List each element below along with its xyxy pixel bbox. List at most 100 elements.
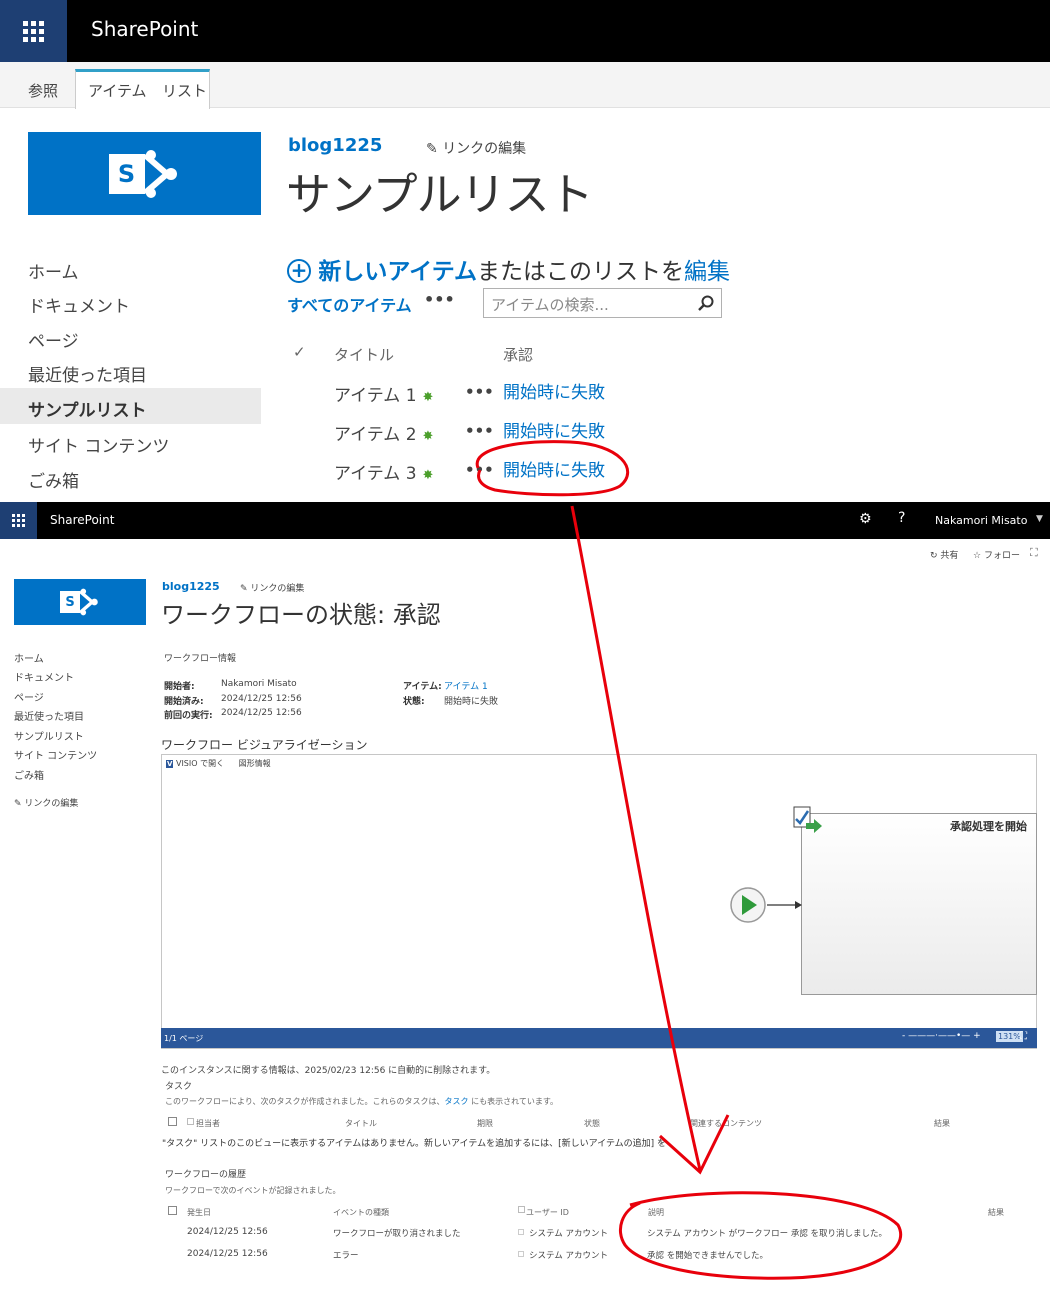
shape-info-button[interactable]: 図形情報 (239, 759, 271, 768)
zoom-slider[interactable]: - ———·——•— + (902, 1031, 981, 1041)
nav2-edit-links[interactable]: ✎ リンクの編集 (14, 796, 78, 809)
started-label: 開始済み: (164, 697, 204, 707)
user-name[interactable]: Nakamori Misato (935, 514, 1027, 527)
list-item-title[interactable]: アイテム 3 ✸ (334, 459, 433, 484)
item-menu-button[interactable]: ••• (465, 422, 494, 440)
item-menu-button[interactable]: ••• (465, 461, 494, 479)
new-item-link[interactable]: 新しいアイテム (318, 259, 477, 285)
history-row-user[interactable]: システム アカウント (529, 1249, 608, 1261)
nav2-home[interactable]: ホーム (14, 650, 44, 665)
search-icon[interactable] (698, 295, 714, 311)
nav-pages[interactable]: ページ (28, 327, 79, 352)
status-label: 状態: (403, 697, 425, 707)
nav2-pages[interactable]: ページ (14, 689, 44, 704)
brand-link[interactable]: SharePoint (91, 17, 198, 41)
page-title: サンプルリスト (286, 168, 594, 221)
nav-documents[interactable]: ドキュメント (28, 292, 130, 317)
history-col-event[interactable]: イベントの種類 (333, 1207, 389, 1218)
tab-browse[interactable]: 参照 (28, 68, 58, 108)
edit-links-label: リンクの編集 (250, 584, 305, 594)
history-col-outcome[interactable]: 結果 (988, 1207, 1004, 1218)
column-header-approval[interactable]: 承認 (503, 344, 533, 365)
tasks-note-text: このワークフローにより、次のタスクが作成されました。これらのタスクは、 (165, 1097, 445, 1106)
task-col-title[interactable]: タイトル (345, 1118, 377, 1129)
search-placeholder: アイテムの検索... (491, 296, 609, 314)
add-circle-icon[interactable]: + (287, 259, 311, 283)
new-item-icon: ✸ (422, 390, 434, 405)
site-title-link-2[interactable]: blog1225 (162, 580, 220, 593)
user-presence-icon (518, 1251, 524, 1257)
view-all-items[interactable]: すべてのアイテム (287, 292, 412, 316)
app-launcher-button[interactable] (0, 0, 67, 62)
item-menu-button[interactable]: ••• (465, 383, 494, 401)
history-row-user[interactable]: システム アカウント (529, 1227, 608, 1239)
initiator-label: 開始者: (164, 682, 195, 692)
nav-recent[interactable]: 最近使った項目 (28, 361, 147, 386)
task-col-related[interactable]: 関連するコンテンツ (690, 1118, 762, 1129)
task-col-assignee[interactable]: 担当者 (196, 1118, 220, 1129)
zoom-level[interactable]: 131% (996, 1031, 1023, 1042)
edit-links-button[interactable]: ✎ リンクの編集 (426, 138, 526, 158)
item-label: アイテム: (403, 682, 442, 692)
user-presence-icon (518, 1229, 524, 1235)
column-header-title[interactable]: タイトル (334, 344, 394, 365)
help-icon[interactable]: ? (898, 510, 905, 526)
nav2-edit-label: リンクの編集 (24, 799, 79, 809)
nav2-documents[interactable]: ドキュメント (14, 669, 74, 684)
site-title-link[interactable]: blog1225 (288, 135, 382, 156)
share-button[interactable]: ↻ 共有 (930, 548, 958, 561)
item-title-text: アイテム 3 (334, 464, 417, 484)
site-logo[interactable]: S (28, 132, 261, 215)
history-col-user[interactable]: ユーザー ID (526, 1207, 569, 1218)
approval-status-link[interactable]: 開始時に失敗 (503, 378, 605, 403)
app-launcher-button-2[interactable] (0, 502, 37, 539)
item-title-text: アイテム 1 (334, 386, 417, 406)
history-row-date: 2024/12/25 12:56 (187, 1227, 268, 1237)
tab-items[interactable]: アイテム (88, 68, 147, 108)
focus-mode-icon[interactable]: ⛶ (1030, 546, 1038, 560)
nav-site-contents[interactable]: サイト コンテンツ (28, 432, 169, 457)
visio-shape-approval[interactable] (801, 813, 1037, 995)
edit-links-button-2[interactable]: ✎ リンクの編集 (240, 581, 304, 594)
pencil-icon: ✎ (426, 141, 438, 157)
history-col-desc[interactable]: 説明 (648, 1207, 664, 1218)
nav2-sample-list[interactable]: サンプルリスト (14, 728, 84, 743)
nav2-recycle-bin[interactable]: ごみ箱 (14, 767, 44, 782)
view-more-button[interactable]: ••• (424, 290, 455, 309)
approval-status-link[interactable]: 開始時に失敗 (503, 417, 605, 442)
history-row-desc: 承認 を開始できませんでした。 (647, 1251, 769, 1261)
history-select-all-checkbox[interactable] (168, 1206, 177, 1215)
pencil-icon: ✎ (14, 799, 22, 809)
last-run-label: 前回の実行: (164, 711, 213, 721)
task-col-status[interactable]: 状態 (584, 1118, 600, 1129)
task-col-due[interactable]: 期限 (477, 1118, 493, 1129)
tab-list[interactable]: リスト (162, 68, 207, 108)
visio-open-button[interactable]: V VISIO で開く (166, 759, 224, 768)
approval-status-link[interactable]: 開始時に失敗 (503, 456, 605, 481)
edit-list-link[interactable]: 編集 (684, 259, 730, 285)
fit-page-icon[interactable]: ⛶ (1020, 1031, 1027, 1042)
nav2-site-contents[interactable]: サイト コンテンツ (14, 747, 97, 762)
list-item-title[interactable]: アイテム 2 ✸ (334, 420, 433, 445)
assignee-icon (187, 1118, 194, 1125)
history-col-date[interactable]: 発生日 (187, 1207, 211, 1218)
brand-link-2[interactable]: SharePoint (50, 513, 114, 527)
nav2-recent[interactable]: 最近使った項目 (14, 708, 84, 723)
task-select-all-checkbox[interactable] (168, 1117, 177, 1126)
nav-recycle-bin[interactable]: ごみ箱 (28, 467, 79, 492)
task-col-outcome[interactable]: 結果 (934, 1118, 950, 1129)
nav-home[interactable]: ホーム (28, 258, 79, 283)
waffle-icon (23, 20, 44, 42)
suite-bar-2 (0, 502, 1050, 539)
gear-icon[interactable]: ⚙ (859, 511, 872, 527)
select-all-checkmark[interactable]: ✓ (293, 343, 306, 361)
item-link[interactable]: アイテム 1 (444, 679, 488, 692)
site-logo-2[interactable]: S (14, 579, 146, 625)
nav-sample-list[interactable]: サンプルリスト (28, 396, 147, 421)
list-item-title[interactable]: アイテム 1 ✸ (334, 381, 433, 406)
history-row-date: 2024/12/25 12:56 (187, 1249, 268, 1259)
follow-button[interactable]: ☆ フォロー (973, 548, 1020, 561)
chevron-down-icon[interactable]: ▼ (1036, 514, 1043, 524)
tasks-list-link[interactable]: タスク (445, 1097, 469, 1106)
search-input[interactable]: アイテムの検索... (483, 288, 722, 318)
